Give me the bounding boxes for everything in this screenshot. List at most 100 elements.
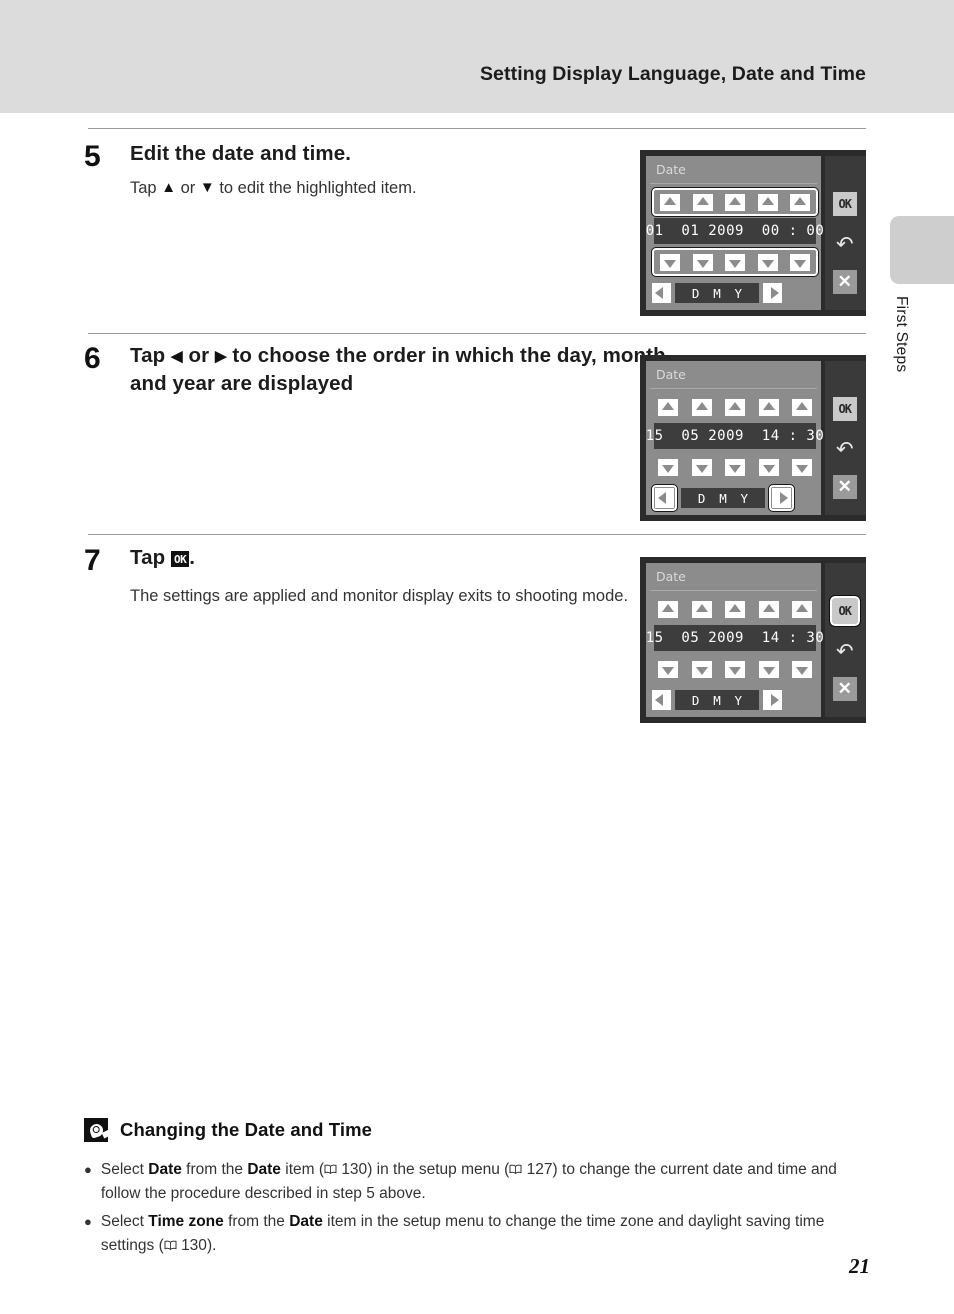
up-arrow-button-month[interactable] [691, 398, 712, 416]
screen-3-right-wrap [763, 690, 782, 710]
divider-step7 [88, 534, 866, 535]
down-arrow-button-year[interactable] [725, 253, 745, 271]
screen-3-display: Date 15 05 2009 14 : 30 D M Y [646, 563, 824, 717]
order-label-y: Y [740, 490, 749, 506]
right-arrow-button[interactable] [772, 488, 791, 508]
step-6-head-b: or [182, 344, 215, 367]
up-arrow-button-year[interactable] [725, 193, 745, 211]
up-arrow-button-hour[interactable] [757, 193, 778, 211]
back-arrow-icon[interactable]: ↶ [833, 639, 857, 663]
screen-2-down-arrow-row[interactable] [652, 455, 818, 479]
left-arrow-button[interactable] [655, 488, 674, 508]
screen-3-down-arrow-row[interactable] [652, 657, 818, 681]
down-triangle-icon [200, 179, 215, 196]
left-arrow-button[interactable] [652, 690, 671, 710]
down-arrow-button-minute[interactable] [790, 253, 810, 271]
page-number: 21 [849, 1254, 870, 1278]
up-arrow-button-minute[interactable] [792, 600, 812, 618]
screen-1-down-arrow-row[interactable] [651, 247, 819, 277]
b2-ref1: 130 [181, 1237, 207, 1254]
screen-1-right-wrap [763, 283, 782, 303]
right-arrow-button[interactable] [763, 690, 782, 710]
screen-2-sidebar: OK ↶ ✕ [824, 361, 866, 515]
up-triangle-icon [161, 179, 176, 196]
step-6-heading: Tap or to choose the order in which the … [130, 342, 690, 398]
up-arrow-button-year[interactable] [725, 600, 745, 618]
order-label-d: D [691, 692, 700, 708]
up-arrow-button-year[interactable] [725, 398, 745, 416]
screen-1-order-panel: D M Y [675, 283, 759, 303]
step-5-subtext: Tap or to edit the highlighted item. [130, 176, 690, 200]
screen-2-left-wrap[interactable] [651, 484, 678, 512]
book-reference-icon [164, 1240, 177, 1251]
left-arrow-button[interactable] [652, 283, 671, 303]
down-arrow-button-hour[interactable] [757, 253, 778, 271]
screen-2-title: Date [656, 367, 686, 382]
b1-p2: from the [181, 1161, 248, 1178]
down-arrow-button-day[interactable] [660, 253, 680, 271]
order-label-m: M [719, 490, 727, 506]
ok-button[interactable]: OK [828, 595, 861, 627]
ok-button[interactable]: OK [832, 192, 857, 216]
close-icon[interactable]: ✕ [832, 270, 857, 294]
close-icon[interactable]: ✕ [832, 475, 857, 499]
screen-3-up-arrow-row[interactable] [652, 597, 818, 621]
down-arrow-button-year[interactable] [725, 660, 745, 678]
down-arrow-button-day[interactable] [658, 660, 678, 678]
right-arrow-button[interactable] [763, 283, 782, 303]
step-7-head-c: . [189, 546, 196, 569]
up-arrow-button-month[interactable] [692, 193, 713, 211]
screen-2-up-arrow-row[interactable] [652, 395, 818, 419]
up-arrow-button-day[interactable] [660, 193, 680, 211]
step-6-body: Tap or to choose the order in which the … [130, 342, 690, 398]
up-arrow-button-month[interactable] [691, 600, 712, 618]
step-7-head-a: Tap [130, 546, 172, 569]
down-arrow-button-day[interactable] [658, 458, 678, 476]
down-arrow-button-month[interactable] [691, 458, 712, 476]
step-6-number: 6 [84, 342, 101, 375]
back-arrow-icon[interactable]: ↶ [833, 437, 857, 461]
back-arrow-icon[interactable]: ↶ [833, 232, 857, 256]
order-label-y: Y [734, 285, 743, 301]
header-band [0, 0, 954, 113]
camera-screen-2: Date 15 05 2009 14 : 30 D M Y OK ↶ ✕ [640, 355, 866, 521]
screen-3-title: Date [656, 569, 686, 584]
screen-3-date-value: 15 05 2009 14 : 30 [646, 625, 824, 651]
down-arrow-button-month[interactable] [691, 660, 712, 678]
bullet-dot-icon: ● [84, 1214, 92, 1229]
up-arrow-button-minute[interactable] [792, 398, 812, 416]
up-arrow-button-minute[interactable] [790, 193, 810, 211]
up-arrow-button-hour[interactable] [758, 398, 779, 416]
close-icon[interactable]: ✕ [832, 677, 857, 701]
screen-2-order-panel: D M Y [681, 488, 765, 508]
down-arrow-button-month[interactable] [692, 253, 713, 271]
step-5-sub-a: Tap [130, 179, 162, 197]
step-5-body: Edit the date and time. Tap or to edit t… [130, 140, 690, 200]
divider-top [88, 128, 866, 129]
step-7-heading: Tap OK. [130, 544, 690, 572]
screen-1-sidebar: OK ↶ ✕ [824, 156, 866, 310]
up-arrow-button-day[interactable] [658, 600, 678, 618]
screen-2-date-value: 15 05 2009 14 : 30 [646, 423, 824, 449]
ok-button[interactable]: OK [832, 397, 857, 421]
step-7-body: Tap OK. The settings are applied and mon… [130, 544, 690, 608]
down-arrow-button-hour[interactable] [758, 458, 779, 476]
b1-ref1: 130 [341, 1161, 368, 1178]
screen-3-order-panel: D M Y [675, 690, 759, 710]
down-arrow-button-hour[interactable] [758, 660, 779, 678]
screen-1-left-wrap [652, 283, 671, 303]
b1-p4: ) in the setup menu ( [367, 1161, 510, 1178]
down-arrow-button-minute[interactable] [792, 660, 812, 678]
screen-1-up-arrow-row[interactable] [651, 187, 819, 217]
up-arrow-button-day[interactable] [658, 398, 678, 416]
screen-3-title-rule [650, 590, 817, 591]
up-arrow-button-hour[interactable] [758, 600, 779, 618]
screen-2-right-wrap[interactable] [768, 484, 795, 512]
screen-2-order-row: D M Y [651, 484, 820, 512]
step-5-sub-c: to edit the highlighted item. [214, 179, 417, 197]
down-arrow-button-minute[interactable] [792, 458, 812, 476]
down-arrow-button-year[interactable] [725, 458, 745, 476]
screen-2-title-rule [650, 388, 817, 389]
step-5-number: 5 [84, 140, 101, 173]
camera-screen-1: Date 01 01 2009 00 : 00 D M Y OK ↶ ✕ [640, 150, 866, 316]
